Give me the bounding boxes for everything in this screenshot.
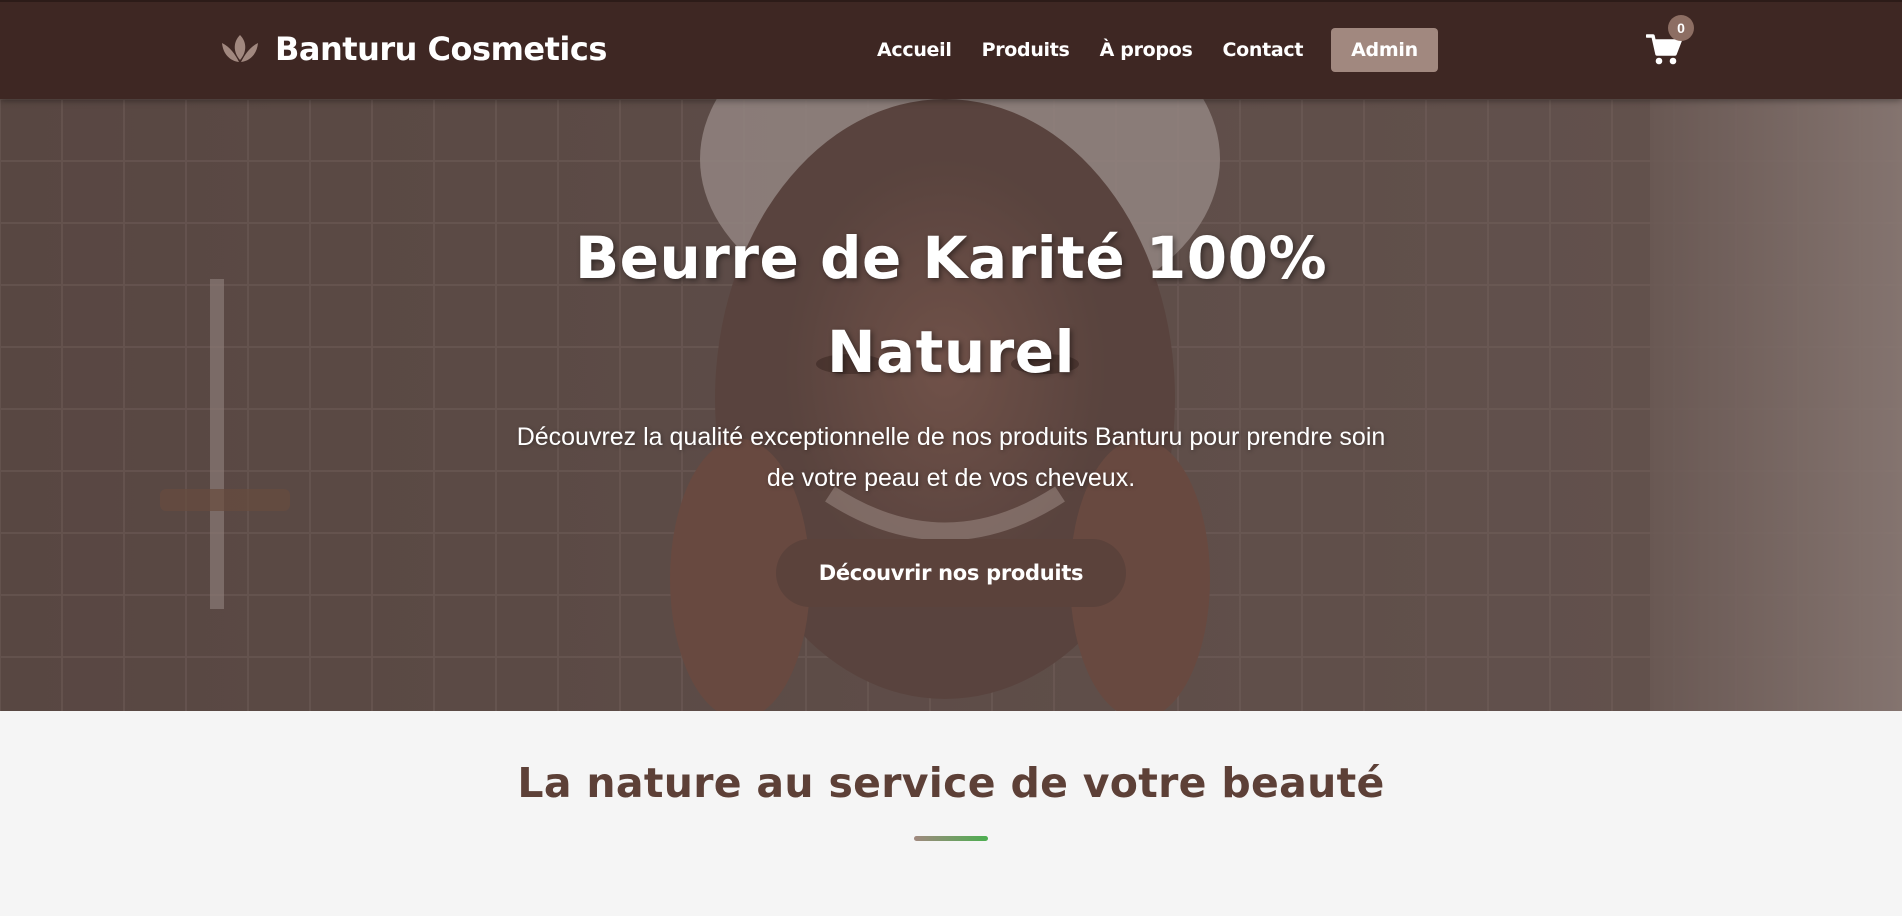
nav-produits[interactable]: Produits: [982, 39, 1070, 61]
nav-a-propos[interactable]: À propos: [1100, 39, 1193, 61]
lotus-icon: [219, 32, 261, 66]
nav-contact[interactable]: Contact: [1222, 39, 1303, 61]
main-nav: Accueil Produits À propos Contact Admin: [877, 28, 1438, 72]
hero-content: Beurre de Karité 100% Naturel Découvrez …: [451, 211, 1451, 607]
section-title-underline: [914, 836, 988, 841]
hero-subtitle: Découvrez la qualité exceptionnelle de n…: [516, 423, 1386, 492]
brand-name: Banturu Cosmetics: [275, 30, 607, 68]
discover-products-button[interactable]: Découvrir nos produits: [775, 539, 1127, 607]
intro-section: La nature au service de votre beauté: [0, 711, 1902, 916]
hero-banner: Beurre de Karité 100% Naturel Découvrez …: [0, 99, 1902, 711]
site-header: Banturu Cosmetics Accueil Produits À pro…: [0, 0, 1902, 99]
cart-button[interactable]: 0: [1646, 15, 1694, 73]
cart-count-badge: 0: [1668, 15, 1694, 41]
nav-accueil[interactable]: Accueil: [877, 39, 952, 61]
brand-link[interactable]: Banturu Cosmetics: [219, 30, 607, 68]
admin-button[interactable]: Admin: [1331, 28, 1438, 72]
hero-title: Beurre de Karité 100% Naturel: [574, 224, 1328, 386]
section-title: La nature au service de votre beauté: [517, 759, 1385, 807]
